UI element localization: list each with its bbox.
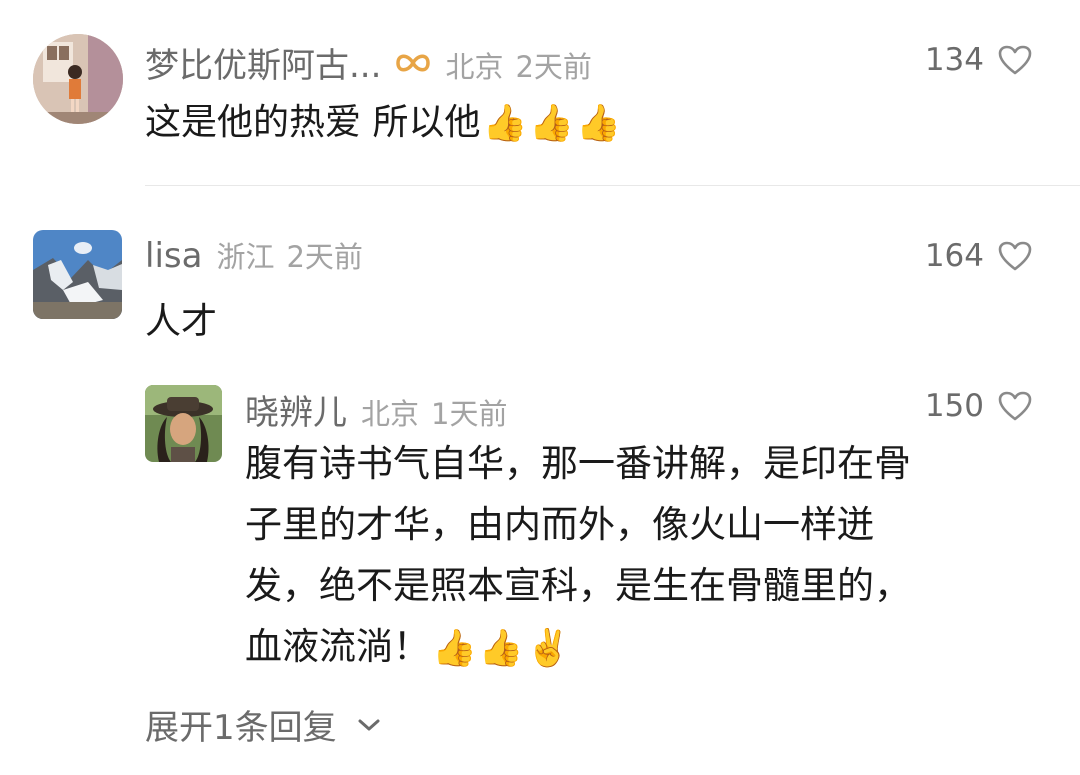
location: 浙江 bbox=[216, 240, 275, 274]
username[interactable]: lisa bbox=[145, 236, 202, 276]
thumbs-up-emoji: 👍 bbox=[432, 627, 477, 669]
avatar-image bbox=[33, 230, 122, 319]
avatar[interactable] bbox=[33, 34, 123, 124]
like-button[interactable]: 150 bbox=[925, 388, 1032, 424]
reply-line: 子里的才华，由内而外，像火山一样迸 bbox=[245, 503, 874, 546]
heart-icon bbox=[998, 391, 1032, 421]
avatar[interactable] bbox=[33, 230, 122, 319]
infinity-badge-icon bbox=[395, 50, 431, 76]
heart-icon bbox=[998, 241, 1032, 271]
username[interactable]: 晓辨儿 bbox=[245, 385, 347, 434]
comment-thread: 梦比优斯阿古... 北京 2天前 134 这是他的热爱 所以他👍👍👍 lisa … bbox=[0, 0, 1080, 775]
avatar[interactable] bbox=[145, 385, 222, 462]
expand-replies-button[interactable]: 展开1条回复 bbox=[145, 700, 381, 749]
like-button[interactable]: 134 bbox=[925, 42, 1032, 78]
thumbs-up-emoji: 👍 bbox=[482, 103, 528, 144]
comment-text: 这是他的热爱 所以他👍👍👍 bbox=[145, 93, 621, 145]
like-count: 134 bbox=[924, 42, 984, 78]
reply-meta: 晓辨儿 北京 1天前 bbox=[245, 385, 507, 434]
avatar-image bbox=[145, 385, 222, 462]
timestamp: 1天前 bbox=[431, 397, 508, 431]
comment-meta: lisa 浙江 2天前 bbox=[145, 234, 363, 276]
reply-text: 腹有诗书气自华，那一番讲解，是印在骨 子里的才华，由内而外，像火山一样迸 发，绝… bbox=[245, 433, 1005, 677]
timestamp: 2天前 bbox=[515, 50, 592, 84]
victory-hand-emoji: ✌️ bbox=[525, 627, 571, 669]
heart-icon bbox=[998, 45, 1032, 75]
reply-line: 发，绝不是照本宣科，是生在骨髓里的， bbox=[245, 564, 911, 607]
thumbs-up-emoji: 👍 bbox=[478, 627, 524, 669]
like-count: 150 bbox=[924, 388, 984, 424]
thumbs-up-emoji: 👍 bbox=[529, 103, 575, 144]
comment-text: 人才 bbox=[145, 301, 218, 342]
comment-body: 这是他的热爱 所以他 bbox=[145, 102, 481, 143]
reply-line: 腹有诗书气自华，那一番讲解，是印在骨 bbox=[245, 442, 911, 485]
avatar-image bbox=[33, 34, 123, 124]
thumbs-up-emoji: 👍 bbox=[576, 103, 621, 144]
divider bbox=[145, 185, 1080, 186]
like-button[interactable]: 164 bbox=[925, 238, 1032, 274]
reply-line: 血液流淌！👍👍✌️ bbox=[245, 616, 1005, 677]
timestamp: 2天前 bbox=[286, 240, 363, 274]
username[interactable]: 梦比优斯阿古... bbox=[145, 38, 381, 87]
reply-line-text: 血液流淌！ bbox=[245, 625, 430, 668]
location: 北京 bbox=[361, 397, 420, 431]
expand-replies-label: 展开1条回复 bbox=[145, 708, 337, 748]
like-count: 164 bbox=[924, 238, 984, 274]
chevron-down-icon bbox=[357, 717, 381, 733]
location: 北京 bbox=[445, 50, 504, 84]
comment-meta: 梦比优斯阿古... 北京 2天前 bbox=[145, 38, 592, 87]
